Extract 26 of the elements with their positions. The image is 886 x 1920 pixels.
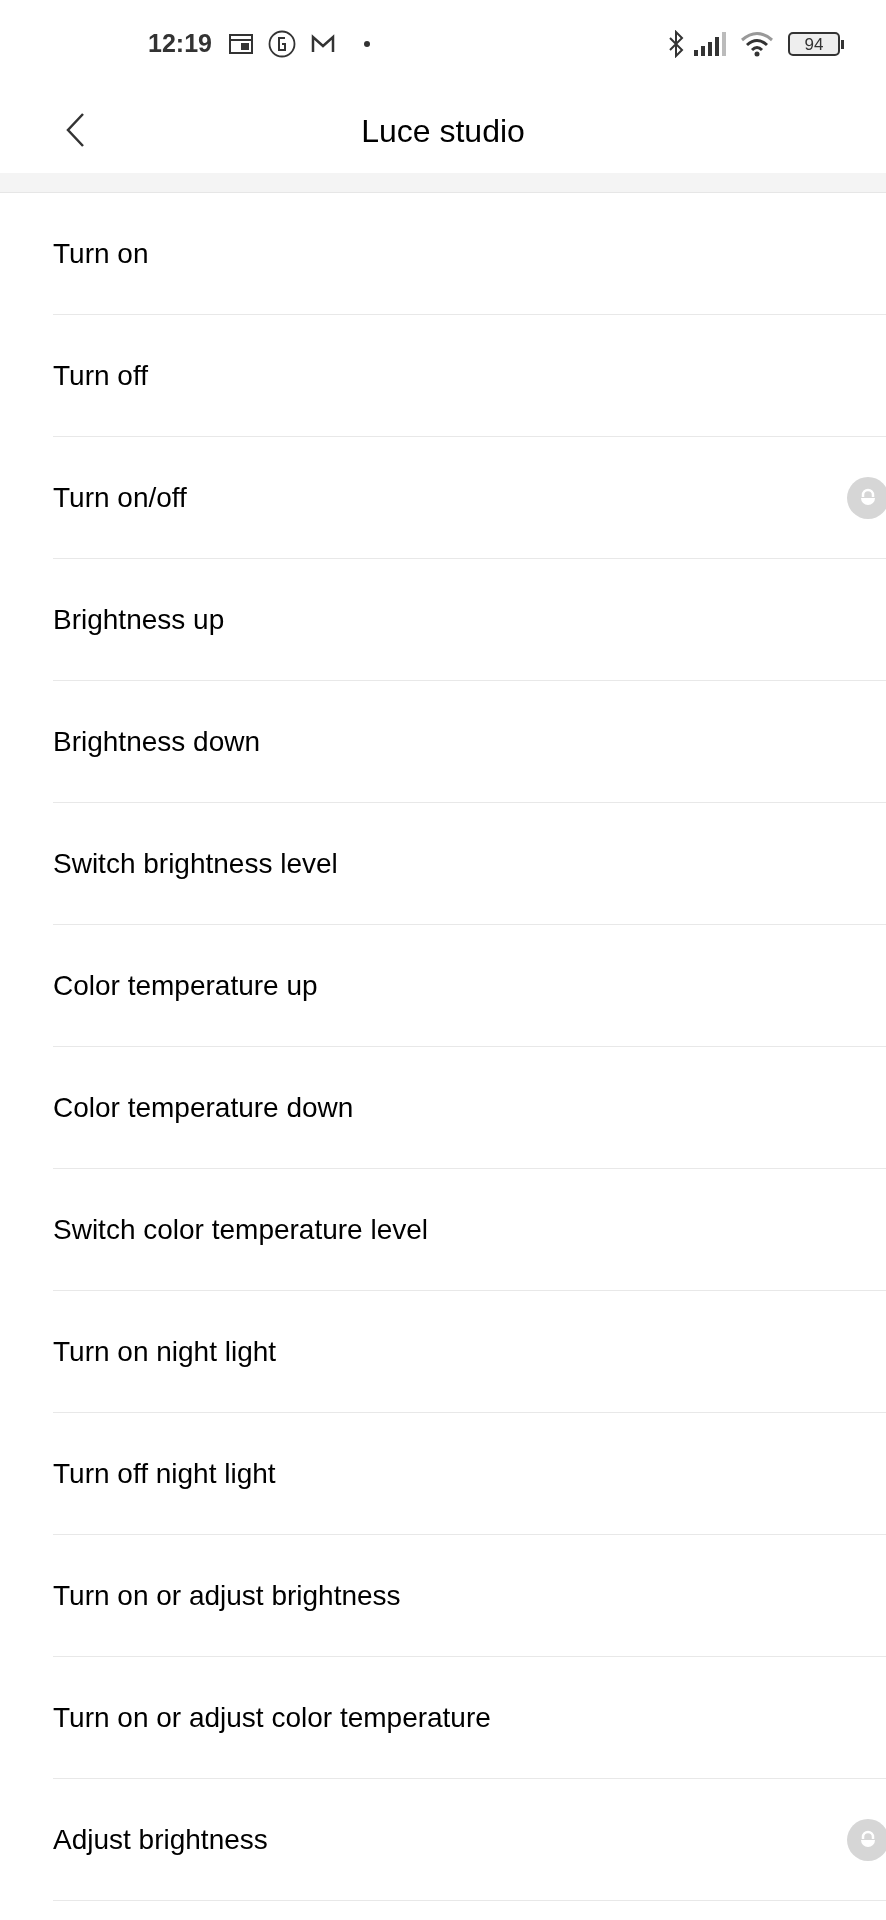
wifi-icon xyxy=(740,31,774,57)
list-item[interactable]: Adjust brightness xyxy=(53,1779,886,1901)
lock-icon[interactable] xyxy=(847,1818,886,1861)
page-title: Luce studio xyxy=(361,111,525,151)
back-icon xyxy=(65,112,85,148)
list-item[interactable]: Switch color temperature level xyxy=(53,1169,886,1291)
lock-icon[interactable] xyxy=(847,476,886,519)
list-item[interactable]: Turn off xyxy=(53,315,886,437)
status-time: 12:19 xyxy=(148,28,212,60)
signal-icon xyxy=(694,32,728,56)
list-item[interactable]: Turn on or adjust color temperature xyxy=(53,1657,886,1779)
g-circle-icon xyxy=(267,30,296,58)
list-item[interactable]: Color temperature up xyxy=(53,925,886,1047)
list-item[interactable]: Turn on xyxy=(53,193,886,315)
list-item[interactable]: Turn on/off xyxy=(53,437,886,559)
list-item[interactable]: Turn on or adjust brightness xyxy=(53,1535,886,1657)
list-item[interactable]: Switch brightness level xyxy=(53,803,886,925)
list-item[interactable]: Turn on night light xyxy=(53,1291,886,1413)
calendar-icon xyxy=(227,32,254,56)
list-item[interactable]: Color temperature down xyxy=(53,1047,886,1169)
dot-icon xyxy=(363,41,370,47)
list-item[interactable]: Turn off night light xyxy=(53,1413,886,1535)
bluetooth-icon xyxy=(668,30,684,58)
mail-icon xyxy=(309,33,336,55)
list-item[interactable]: Brightness down xyxy=(53,681,886,803)
list-item[interactable]: Brightness up xyxy=(53,559,886,681)
